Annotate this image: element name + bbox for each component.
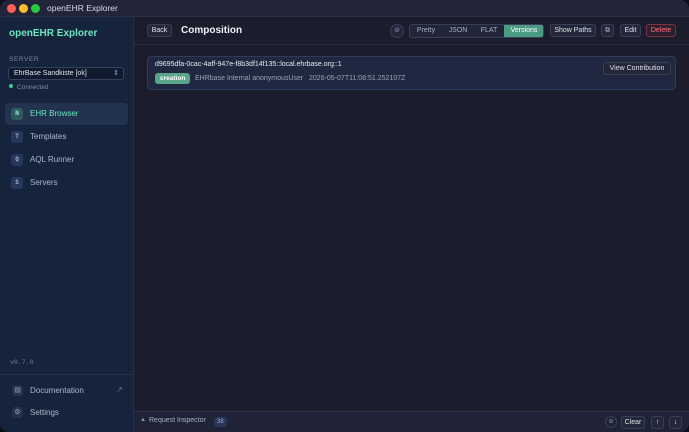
sidebar-item-label: Templates: [30, 132, 67, 141]
page-title: Composition: [181, 25, 243, 36]
sidebar-item-templates[interactable]: T Templates: [5, 126, 128, 148]
maximize-window-button[interactable]: [31, 4, 40, 13]
sidebar-item-aql-runner[interactable]: Q AQL Runner: [5, 149, 128, 171]
chevron-up-icon[interactable]: ▲: [140, 417, 146, 423]
delete-button[interactable]: Delete: [646, 24, 676, 37]
app-version: v0.7.0: [10, 358, 34, 366]
sidebar-item-label: AQL Runner: [30, 155, 75, 164]
close-window-button[interactable]: [7, 4, 16, 13]
sidebar-item-ehr-browser[interactable]: N EHR Browser: [5, 103, 128, 125]
window-title: openEHR Explorer: [47, 3, 118, 13]
nav-key-badge: S: [11, 177, 23, 189]
sidebar: openEHR Explorer SERVER EhrBase Sandkist…: [0, 17, 134, 432]
composition-toolbar: Back Composition ⊘ Pretty JSON FLAT Vers…: [134, 17, 689, 45]
copy-icon[interactable]: ⧉: [601, 24, 614, 37]
app-window: openEHR Explorer openEHR Explorer SERVER…: [0, 0, 689, 432]
refresh-icon[interactable]: ⊘: [390, 24, 404, 38]
gear-icon: ⚙: [12, 407, 23, 418]
version-meta: EHRbase Internal anonymousUser 2026-05-0…: [195, 75, 405, 82]
book-icon: ▤: [12, 385, 23, 396]
view-contribution-button[interactable]: View Contribution: [603, 62, 671, 75]
app-name: openEHR Explorer: [9, 28, 98, 39]
tab-flat[interactable]: FLAT: [474, 25, 504, 37]
nav-key-badge: N: [11, 108, 23, 120]
filter-icon[interactable]: ⊘: [605, 416, 617, 428]
sidebar-item-servers[interactable]: S Servers: [5, 172, 128, 194]
sidebar-item-settings[interactable]: ⚙ Settings: [5, 404, 128, 422]
nav-key-badge: Q: [11, 154, 23, 166]
sidebar-divider: [0, 374, 134, 375]
server-section-label: SERVER: [9, 56, 40, 63]
main-panel: Back Composition ⊘ Pretty JSON FLAT Vers…: [134, 17, 689, 411]
change-type-badge: creation: [155, 73, 191, 84]
sidebar-item-label: Settings: [30, 408, 59, 417]
sidebar-item-label: Servers: [30, 178, 58, 187]
nav-key-badge: T: [11, 131, 23, 143]
back-button[interactable]: Back: [147, 24, 172, 37]
title-bar: openEHR Explorer: [0, 0, 689, 17]
chevron-up-down-icon: ⇕: [113, 70, 119, 77]
view-mode-switch: Pretty JSON FLAT Versions: [409, 24, 544, 38]
arrow-down-icon[interactable]: ↓: [669, 416, 682, 429]
sidebar-item-documentation[interactable]: ▤ Documentation ↗: [5, 382, 128, 400]
version-list-item: d9695dfa-0cac-4aff-947e-f8b3df14f135::lo…: [147, 56, 676, 90]
status-dot-icon: [9, 84, 13, 88]
connection-status-label: Connected: [17, 84, 49, 91]
request-inspector-toggle[interactable]: Request Inspector: [149, 417, 206, 424]
request-count-badge: 38: [214, 417, 227, 427]
server-select-value: EhrBase Sandkiste [ok]: [14, 70, 87, 77]
external-link-icon: ↗: [116, 385, 123, 394]
version-id: d9695dfa-0cac-4aff-947e-f8b3df14f135::lo…: [155, 61, 342, 68]
tab-pretty[interactable]: Pretty: [410, 25, 442, 37]
commit-timestamp: 2026-05-07T11:08:51.252107Z: [309, 75, 406, 82]
tab-json[interactable]: JSON: [442, 25, 474, 37]
request-inspector-bar: ▲ Request Inspector 38 ⊘ Clear ↑ ↓: [134, 411, 689, 432]
arrow-up-icon[interactable]: ↑: [651, 416, 664, 429]
sidebar-item-label: EHR Browser: [30, 109, 79, 118]
show-paths-button[interactable]: Show Paths: [550, 24, 596, 37]
minimize-window-button[interactable]: [19, 4, 28, 13]
clear-button[interactable]: Clear: [621, 416, 645, 429]
server-select[interactable]: EhrBase Sandkiste [ok] ⇕: [8, 67, 124, 80]
edit-button[interactable]: Edit: [620, 24, 641, 37]
committer-name: EHRbase Internal anonymousUser: [195, 75, 304, 82]
connection-status: Connected: [9, 84, 48, 91]
sidebar-item-label: Documentation: [30, 386, 84, 395]
tab-versions[interactable]: Versions: [504, 25, 543, 37]
